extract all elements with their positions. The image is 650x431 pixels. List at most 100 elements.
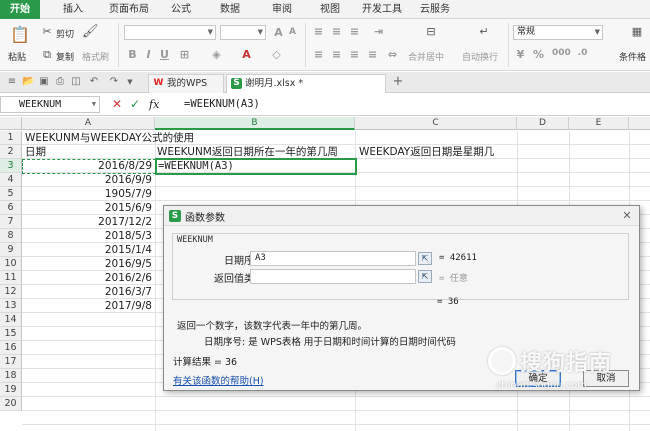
tab-insert[interactable]: 插入 bbox=[55, 0, 91, 19]
font-name-select[interactable]: ▼ bbox=[124, 25, 216, 40]
conditional-format-icon[interactable]: ▦ bbox=[628, 25, 646, 43]
row-header[interactable]: 19 bbox=[0, 383, 22, 397]
tab-formulas[interactable]: 公式 bbox=[163, 0, 199, 19]
open-icon[interactable]: 📂 bbox=[22, 76, 34, 88]
percent-icon[interactable]: % bbox=[532, 48, 545, 61]
collapse-dialog-icon[interactable]: ⇱ bbox=[418, 270, 432, 283]
row-header[interactable]: 8 bbox=[0, 229, 22, 243]
align-bottom-icon[interactable]: ≡ bbox=[348, 25, 361, 38]
collapse-dialog-icon[interactable]: ⇱ bbox=[418, 252, 432, 265]
thousands-icon[interactable]: 000 bbox=[552, 48, 571, 58]
format-painter-icon[interactable]: 🖌 bbox=[82, 25, 99, 39]
font-size-select[interactable]: ▼ bbox=[220, 25, 266, 40]
italic-icon[interactable]: I bbox=[142, 48, 155, 61]
row-header[interactable]: 6 bbox=[0, 201, 22, 215]
save-icon[interactable]: ▣ bbox=[38, 76, 50, 88]
wrap-text-icon[interactable]: ↵ bbox=[475, 25, 493, 43]
wrap-text-button[interactable]: 自动换行 bbox=[462, 50, 498, 63]
merge-center-button[interactable]: 合并居中 bbox=[408, 50, 444, 63]
font-color-icon[interactable]: A bbox=[240, 48, 253, 61]
align-middle-icon[interactable]: ≡ bbox=[330, 25, 343, 38]
paste-button[interactable]: 粘贴 bbox=[8, 50, 26, 63]
row-header[interactable]: 11 bbox=[0, 271, 22, 285]
clear-format-icon[interactable]: ◇ bbox=[270, 48, 283, 61]
column-header-f[interactable] bbox=[629, 117, 650, 130]
bold-icon[interactable]: B bbox=[126, 48, 139, 61]
tab-view[interactable]: 视图 bbox=[312, 0, 348, 19]
insert-function-icon[interactable]: fx bbox=[149, 97, 159, 112]
row-header[interactable]: 5 bbox=[0, 187, 22, 201]
row-header[interactable]: 14 bbox=[0, 313, 22, 327]
close-icon[interactable]: ✕ bbox=[620, 209, 634, 222]
preview-icon[interactable]: ◫ bbox=[70, 76, 82, 88]
row-header[interactable]: 18 bbox=[0, 369, 22, 383]
help-link[interactable]: 有关该函数的帮助(H) bbox=[173, 373, 264, 387]
align-top-icon[interactable]: ≡ bbox=[312, 25, 325, 38]
tab-developer[interactable]: 开发工具 bbox=[359, 0, 405, 19]
increase-decimal-icon[interactable]: .0 bbox=[576, 48, 589, 58]
align-right-icon[interactable]: ≡ bbox=[348, 48, 361, 61]
name-box[interactable]: WEEKNUM ▼ bbox=[0, 96, 100, 113]
column-header-b[interactable]: B bbox=[155, 117, 355, 130]
cell-c2[interactable]: WEEKDAY返回日期是星期几 bbox=[359, 145, 494, 159]
cell-a13[interactable]: 2017/9/8 bbox=[22, 299, 155, 313]
cell-a5[interactable]: 1905/7/9 bbox=[22, 187, 155, 201]
cut-button[interactable]: 剪切 bbox=[56, 27, 74, 40]
row-header[interactable]: 3 bbox=[0, 159, 22, 173]
justify-icon[interactable]: ≡ bbox=[366, 48, 379, 61]
row-header[interactable]: 9 bbox=[0, 243, 22, 257]
tab-page-layout[interactable]: 页面布局 bbox=[103, 0, 155, 19]
scissors-icon[interactable]: ✂ bbox=[40, 25, 54, 39]
indent-icon[interactable]: ⇥ bbox=[372, 25, 385, 38]
cell-a7[interactable]: 2017/12/2 bbox=[22, 215, 155, 229]
tab-cloud[interactable]: 云服务 bbox=[415, 0, 455, 19]
cancel-icon[interactable]: ✕ bbox=[112, 97, 122, 112]
row-header[interactable]: 20 bbox=[0, 397, 22, 411]
formula-input[interactable]: =WEEKNUM(A3) bbox=[170, 96, 648, 113]
column-header-c[interactable]: C bbox=[355, 117, 517, 130]
row-header[interactable]: 12 bbox=[0, 285, 22, 299]
underline-icon[interactable]: U bbox=[158, 48, 171, 61]
row-header[interactable]: 7 bbox=[0, 215, 22, 229]
cell-a2[interactable]: 日期 bbox=[25, 145, 46, 159]
param-return-type-input[interactable] bbox=[250, 269, 416, 284]
tab-home[interactable]: 开始 bbox=[0, 0, 40, 19]
cell-a1[interactable]: WEEKUNM与WEEKDAY公式的使用 bbox=[25, 131, 194, 145]
conditional-format-button[interactable]: 条件格 bbox=[619, 50, 646, 63]
row-header[interactable]: 16 bbox=[0, 341, 22, 355]
dialog-titlebar[interactable]: S 函数参数 ✕ bbox=[164, 206, 639, 226]
more-icon[interactable]: ▼ bbox=[124, 76, 136, 88]
row-header[interactable]: 13 bbox=[0, 299, 22, 313]
redo-icon[interactable]: ↷ bbox=[108, 76, 120, 88]
cell-a6[interactable]: 2015/6/9 bbox=[22, 201, 155, 215]
row-header[interactable]: 2 bbox=[0, 145, 22, 159]
tab-my-wps[interactable]: W 我的WPS bbox=[148, 74, 224, 93]
distribute-icon[interactable]: ⇔ bbox=[386, 48, 399, 61]
border-icon[interactable]: ⊞ bbox=[178, 48, 191, 61]
cell-a11[interactable]: 2016/2/6 bbox=[22, 271, 155, 285]
cell-a9[interactable]: 2015/1/4 bbox=[22, 243, 155, 257]
cell-b2[interactable]: WEEKUNM返回日期所在一年的第几周 bbox=[157, 145, 338, 159]
grow-font-icon[interactable]: A bbox=[272, 26, 285, 39]
print-icon[interactable]: ⎙ bbox=[54, 76, 66, 88]
tab-data[interactable]: 数据 bbox=[212, 0, 248, 19]
column-header-a[interactable]: A bbox=[22, 117, 155, 130]
undo-icon[interactable]: ↶ bbox=[88, 76, 100, 88]
cell-b3[interactable]: =WEEKNUM(A3) bbox=[158, 159, 234, 173]
select-all-corner[interactable] bbox=[0, 117, 22, 130]
format-painter-button[interactable]: 格式刷 bbox=[82, 50, 109, 63]
tab-file[interactable]: S 谢明月.xlsx * bbox=[226, 74, 386, 93]
menu-icon[interactable]: ≡ bbox=[6, 76, 18, 88]
align-left-icon[interactable]: ≡ bbox=[312, 48, 325, 61]
confirm-icon[interactable]: ✓ bbox=[130, 97, 140, 112]
shrink-font-icon[interactable]: A bbox=[286, 27, 299, 37]
paste-icon[interactable]: 📋 bbox=[10, 25, 30, 45]
cell-a12[interactable]: 2016/3/7 bbox=[22, 285, 155, 299]
new-tab-icon[interactable]: + bbox=[392, 75, 404, 88]
copy-button[interactable]: 复制 bbox=[56, 50, 74, 63]
merge-center-icon[interactable]: ⊟ bbox=[422, 25, 440, 43]
cell-a8[interactable]: 2018/5/3 bbox=[22, 229, 155, 243]
copy-icon[interactable]: ⧉ bbox=[40, 48, 54, 62]
row-header[interactable]: 1 bbox=[0, 131, 22, 145]
row-header[interactable]: 17 bbox=[0, 355, 22, 369]
